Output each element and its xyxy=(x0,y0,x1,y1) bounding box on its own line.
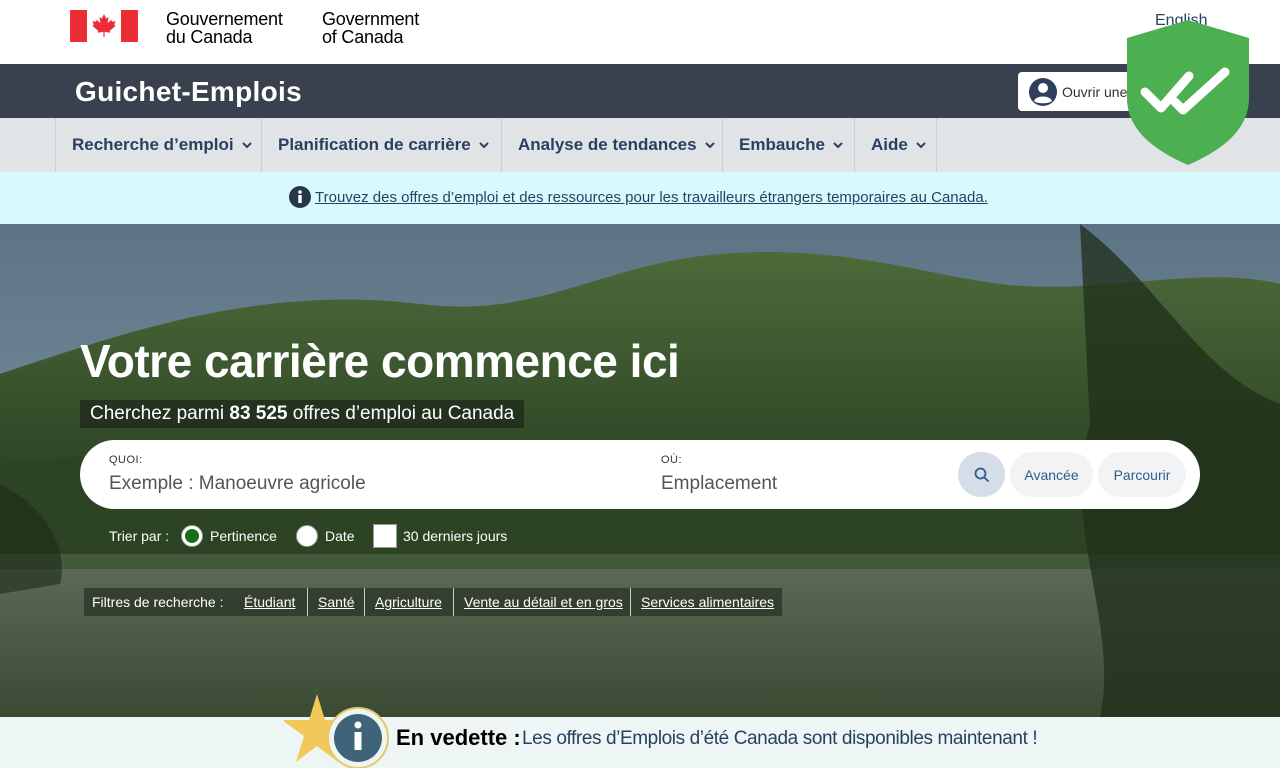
signature-en-line1: Government xyxy=(322,9,420,29)
job-count: 83 525 xyxy=(229,403,288,424)
filter-link-retail-wholesale[interactable]: Vente au détail et en gros xyxy=(464,594,623,610)
what-label: QUOI: xyxy=(109,454,143,466)
sort-relevance-radio[interactable] xyxy=(181,525,203,547)
sort-date-radio[interactable] xyxy=(296,525,318,547)
filter-link-health[interactable]: Santé xyxy=(318,594,355,610)
chevron-down-icon xyxy=(704,142,715,149)
menu-item-label: Analyse de tendances xyxy=(518,135,697,154)
where-label: OÙ: xyxy=(661,454,683,466)
menu-item-label: Recherche d’emploi xyxy=(72,135,234,154)
verified-shield-icon xyxy=(1127,20,1249,165)
signature-fr-line1: Gouvernement xyxy=(166,9,283,29)
hero-title: Votre carrière commence ici xyxy=(80,335,680,387)
filter-link-student[interactable]: Étudiant xyxy=(244,594,295,610)
featured-label: En vedette : xyxy=(396,725,521,750)
last-30-days-checkbox[interactable] xyxy=(373,524,397,548)
sort-label: Trier par : xyxy=(109,528,170,544)
menu-item-trend-analysis[interactable]: Analyse de tendances xyxy=(501,118,722,172)
canada-flag-icon xyxy=(70,10,138,42)
menu-item-help[interactable]: Aide xyxy=(854,118,937,172)
signature-fr-line2: du Canada xyxy=(166,27,253,47)
filter-divider xyxy=(453,588,454,616)
featured-star-info-icon xyxy=(284,694,389,768)
hero-subtitle-suffix: offres d’emploi au Canada xyxy=(287,403,515,424)
sort-relevance-label: Pertinence xyxy=(210,528,277,544)
filter-divider xyxy=(364,588,365,616)
chevron-down-icon xyxy=(833,142,843,149)
chevron-down-icon xyxy=(916,142,926,149)
browse-button[interactable]: Parcourir xyxy=(1098,452,1186,497)
what-input[interactable] xyxy=(109,472,629,496)
government-signature-en: Government of Canada xyxy=(322,10,419,46)
hero-subtitle-prefix: Cherchez parmi xyxy=(90,403,230,424)
filter-divider xyxy=(307,588,308,616)
menu-item-label: Planification de carrière xyxy=(278,135,471,154)
filters-label: Filtres de recherche : xyxy=(92,594,224,610)
menu-item-label: Aide xyxy=(871,135,908,154)
advanced-search-button[interactable]: Avancée xyxy=(1010,452,1093,497)
filter-link-agriculture[interactable]: Agriculture xyxy=(375,594,442,610)
menu-item-label: Embauche xyxy=(739,135,825,154)
signature-en-line2: of Canada xyxy=(322,27,404,47)
menu-item-career-planning[interactable]: Planification de carrière xyxy=(261,118,501,172)
last-30-days-label: 30 derniers jours xyxy=(403,528,508,544)
menu-item-job-search[interactable]: Recherche d’emploi xyxy=(55,118,261,172)
featured-summer-jobs-link[interactable]: Les offres d’Emplois d’été Canada sont d… xyxy=(522,728,1038,750)
sort-date-label: Date xyxy=(325,528,355,544)
user-avatar-icon xyxy=(1029,77,1057,106)
info-icon xyxy=(289,186,311,208)
app-title[interactable]: Guichet-Emplois xyxy=(75,76,302,108)
search-icon xyxy=(974,467,989,482)
filter-divider xyxy=(630,588,631,616)
where-input[interactable] xyxy=(661,472,941,496)
chevron-down-icon xyxy=(479,142,489,149)
menu-item-hiring[interactable]: Embauche xyxy=(722,118,854,172)
temporary-foreign-workers-link[interactable]: Trouvez des offres d’emploi et des resso… xyxy=(315,189,988,206)
search-button[interactable] xyxy=(958,452,1005,497)
government-signature-fr: Gouvernement du Canada xyxy=(166,10,283,46)
hero-subtitle: Cherchez parmi 83 525 offres d’emploi au… xyxy=(80,400,525,428)
chevron-down-icon xyxy=(241,142,252,149)
filter-link-food-services[interactable]: Services alimentaires xyxy=(641,594,774,610)
